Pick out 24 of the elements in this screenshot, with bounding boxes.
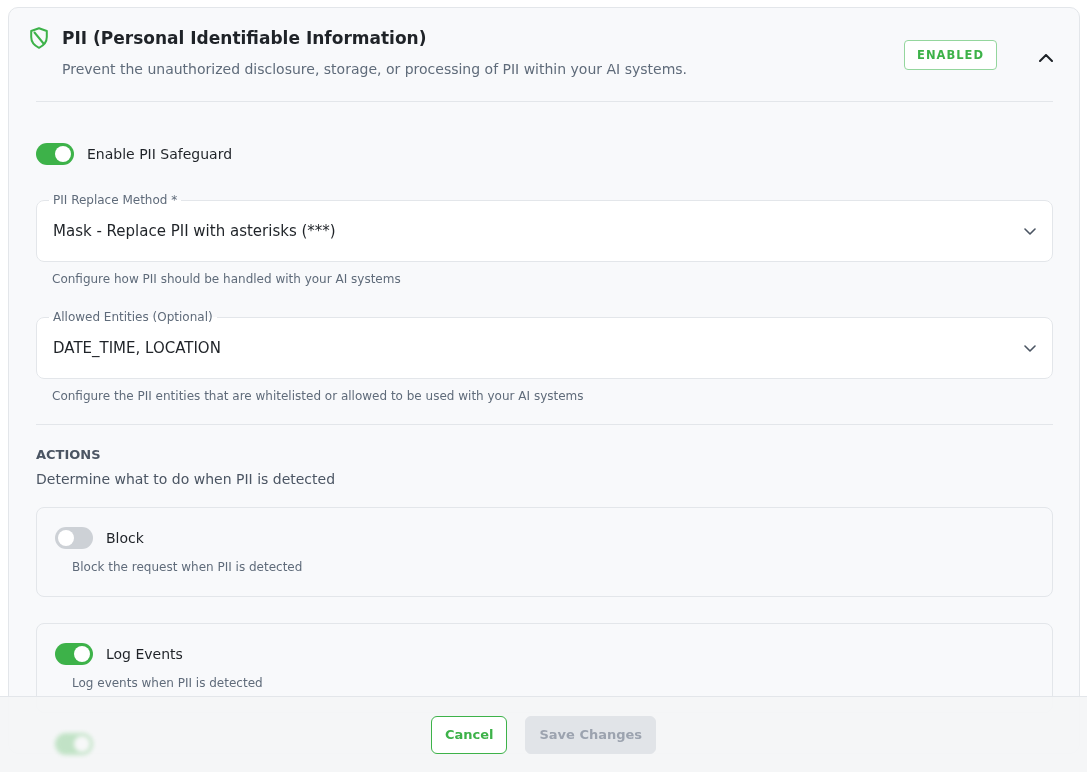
toggle-switch[interactable] — [55, 527, 93, 549]
panel-description: Prevent the unauthorized disclosure, storage, or processing of PII within your AI systems. — [62, 60, 689, 79]
chevron-up-icon[interactable] — [1039, 54, 1053, 62]
section-heading: ACTIONS — [36, 446, 102, 464]
action-description: Block the request when PII is detected — [72, 559, 304, 575]
chevron-down-icon — [1024, 344, 1036, 352]
action-label: Log Events — [106, 646, 183, 662]
status-badge: ENABLED — [904, 40, 997, 70]
field-label: Allowed Entities (Optional) — [52, 309, 214, 325]
shield-icon — [30, 27, 48, 49]
helper-text: Configure the PII entities that are whitelisted or allowed to be used with your AI systems — [52, 388, 585, 404]
toggle-switch[interactable] — [36, 143, 74, 165]
panel-title: PII (Personal Identifiable Information) — [62, 27, 427, 50]
section-description: Determine what to do when PII is detected — [36, 470, 337, 489]
field-label: PII Replace Method * — [52, 192, 179, 208]
blurred-toggle-switch[interactable] — [55, 733, 93, 755]
chevron-down-icon — [1024, 227, 1036, 235]
select-field[interactable]: PII Replace Method * Mask - Replace PII with asterisks (***) — [36, 192, 1053, 262]
toggle-switch[interactable] — [55, 643, 93, 665]
select-field[interactable]: Allowed Entities (Optional) DATE_TIME, LOCATION — [36, 309, 1053, 379]
action-description: Log events when PII is detected — [72, 675, 264, 691]
helper-text: Configure how PII should be handled with your AI systems — [52, 271, 402, 287]
action-label: Block — [106, 530, 144, 546]
toggle-label: Enable PII Safeguard — [87, 146, 233, 162]
